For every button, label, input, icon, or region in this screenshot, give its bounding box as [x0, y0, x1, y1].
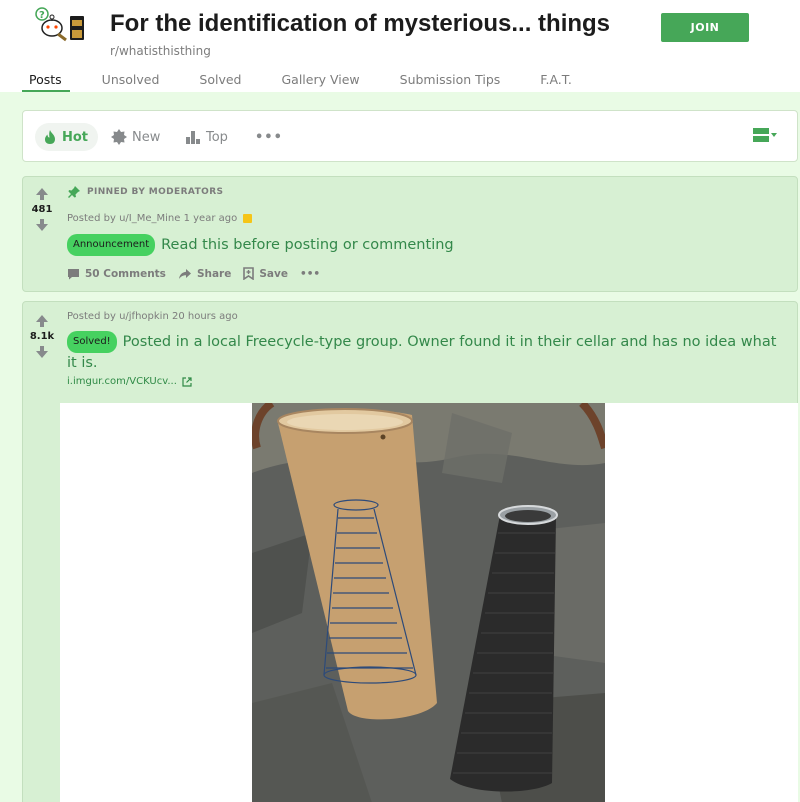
post-image — [252, 403, 605, 802]
tab-submission-tips[interactable]: Submission Tips — [392, 70, 509, 92]
external-link-text: i.imgur.com/VCKUcv... — [67, 376, 177, 387]
sort-hot-button[interactable]: Hot — [35, 123, 99, 151]
post-title-text: Read this before posting or commenting — [161, 237, 454, 253]
post-title-link[interactable]: Announcement Read this before posting or … — [67, 234, 454, 256]
tab-posts[interactable]: Posts — [22, 70, 70, 92]
vote-column: 481 — [23, 187, 61, 232]
subreddit-title: For the identification of mysterious... … — [110, 10, 611, 37]
upvote-arrow-icon[interactable] — [35, 187, 49, 201]
upvote-arrow-icon[interactable] — [35, 314, 49, 328]
downvote-arrow-icon[interactable] — [35, 345, 49, 359]
pinned-label: PINNED BY MODERATORS — [87, 187, 224, 197]
vote-count: 481 — [31, 204, 53, 215]
subreddit-name: r/whatisthisthing — [110, 44, 211, 58]
award-icon[interactable] — [243, 214, 253, 223]
sort-hot-label: Hot — [62, 129, 89, 145]
posted-by-label: Posted by — [67, 213, 116, 224]
vote-column: 8.1k — [23, 314, 61, 359]
bookmark-icon — [243, 267, 255, 280]
post-time: 1 year ago — [183, 213, 238, 224]
post-author-link[interactable]: u/I_Me_Mine — [119, 213, 180, 224]
card-view-icon — [753, 128, 769, 142]
pinned-indicator: PINNED BY MODERATORS — [67, 185, 223, 199]
vote-count: 8.1k — [29, 331, 55, 342]
post-actions: 50 Comments Share Save ••• — [67, 267, 332, 280]
post-meta: Posted by u/jfhopkin 20 hours ago — [67, 311, 238, 322]
post-media[interactable] — [60, 403, 798, 802]
post-card[interactable]: 8.1k Posted by u/jfhopkin 20 hours ago S… — [22, 301, 798, 802]
tab-solved[interactable]: Solved — [191, 70, 249, 92]
sort-more-button[interactable]: ••• — [255, 123, 283, 151]
flame-icon — [45, 130, 55, 144]
feed-area: Hot New Top ••• 481 PINNED BY MODERATORS… — [0, 92, 800, 802]
comments-button[interactable]: 50 Comments — [67, 268, 166, 280]
subreddit-header: ? For the identification of mysterious..… — [0, 0, 800, 92]
share-label: Share — [196, 267, 232, 280]
share-arrow-icon — [178, 268, 191, 279]
post-card-pinned[interactable]: 481 PINNED BY MODERATORS Posted by u/I_M… — [22, 176, 798, 292]
post-author-link[interactable]: u/jfhopkin — [119, 311, 169, 322]
posted-by-label: Posted by — [67, 311, 116, 322]
subreddit-logo-icon[interactable]: ? — [28, 4, 88, 44]
caret-down-icon — [771, 133, 777, 137]
sort-new-label: New — [132, 129, 161, 145]
post-time: 20 hours ago — [171, 311, 238, 322]
downvote-arrow-icon[interactable] — [35, 218, 49, 232]
post-title-link[interactable]: Solved! Posted in a local Freecycle-type … — [67, 331, 787, 373]
post-flair[interactable]: Solved! — [67, 331, 117, 353]
tab-unsolved[interactable]: Unsolved — [94, 70, 168, 92]
new-burst-icon — [111, 129, 127, 145]
external-link[interactable]: i.imgur.com/VCKUcv... — [67, 376, 192, 387]
post-flair[interactable]: Announcement — [67, 234, 156, 256]
sort-bar: Hot New Top ••• — [22, 110, 798, 162]
post-meta: Posted by u/I_Me_Mine 1 year ago — [67, 213, 253, 224]
save-button[interactable]: Save — [243, 267, 288, 280]
comment-icon — [68, 268, 79, 279]
svg-text:?: ? — [39, 10, 45, 21]
more-options-button[interactable]: ••• — [300, 268, 320, 280]
top-chart-icon — [186, 131, 200, 144]
pin-icon — [68, 186, 80, 198]
external-link-icon — [182, 376, 192, 387]
subreddit-tabs: Posts Unsolved Solved Gallery View Submi… — [22, 70, 604, 92]
sort-top-label: Top — [206, 129, 228, 145]
save-label: Save — [259, 267, 288, 280]
view-mode-button[interactable] — [753, 127, 779, 143]
post-title-text: Posted in a local Freecycle-type group. … — [67, 334, 777, 371]
join-button[interactable]: JOIN — [661, 13, 749, 42]
sort-new-button[interactable]: New — [111, 123, 160, 151]
tab-gallery-view[interactable]: Gallery View — [273, 70, 367, 92]
comments-label: 50 Comments — [85, 267, 166, 280]
tab-fat[interactable]: F.A.T. — [532, 70, 580, 92]
share-button[interactable]: Share — [178, 268, 231, 280]
sort-top-button[interactable]: Top — [185, 123, 228, 151]
